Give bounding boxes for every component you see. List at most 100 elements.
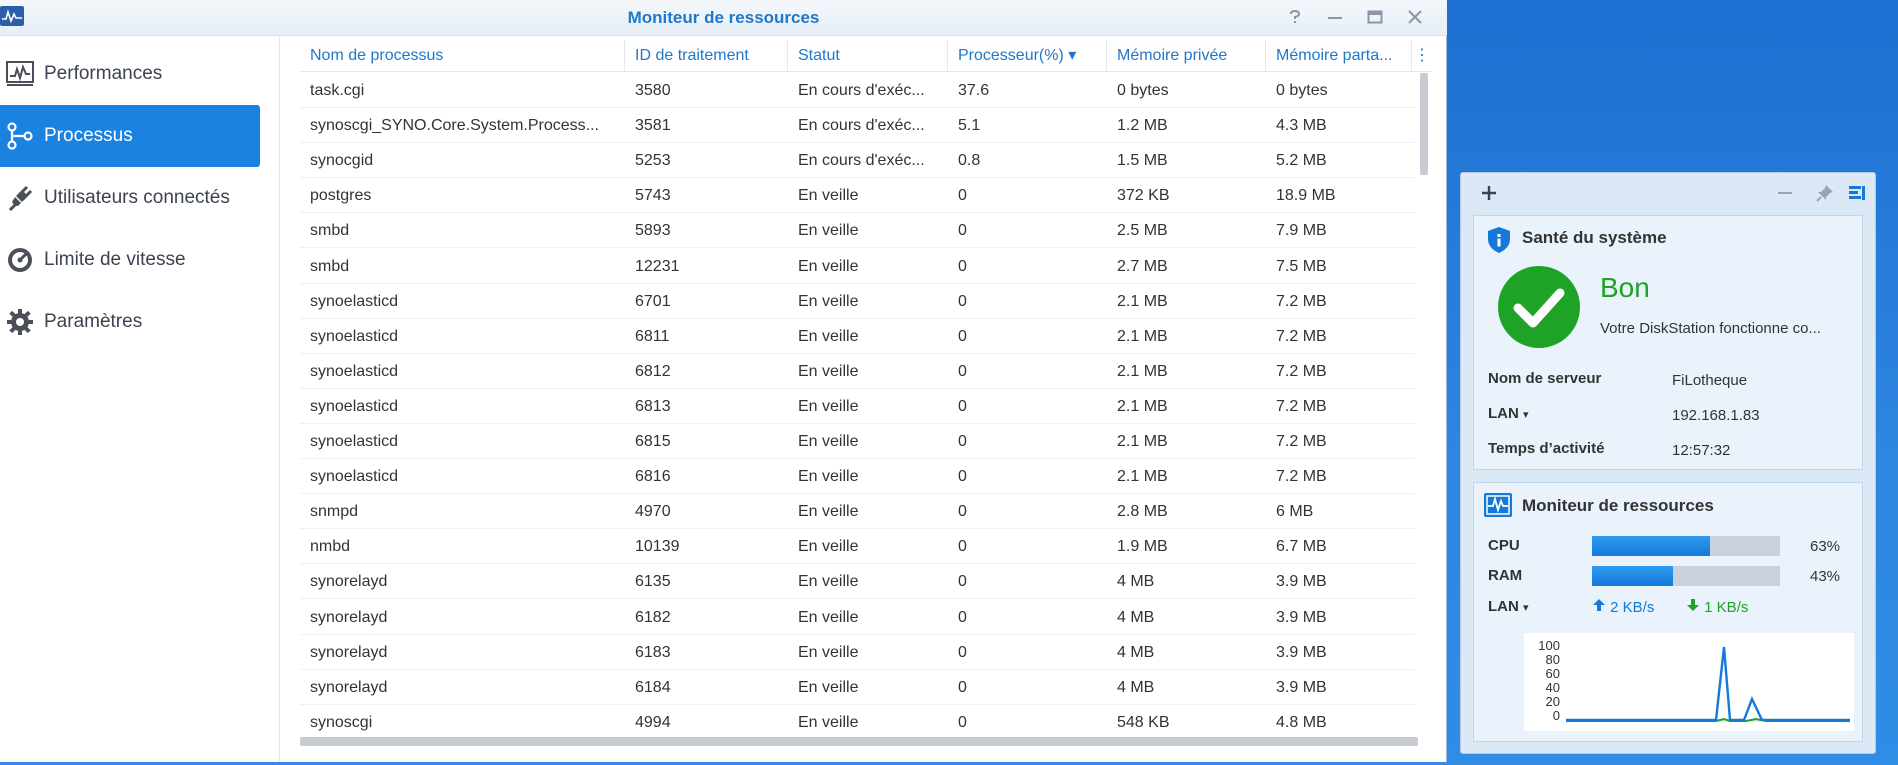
table-row[interactable]: snmpd 4970 En veille 0 2.8 MB 6 MB (300, 494, 1415, 530)
sidebar-item-limite-de-vitesse[interactable]: Limite de vitesse (0, 229, 260, 291)
sidebar-item-performances[interactable]: Performances (0, 43, 260, 105)
cell-process-name: synoscgi_SYNO.Core.System.Process... (310, 117, 599, 135)
lan-selector[interactable]: LAN ▾ (1488, 405, 1529, 422)
panel-toggle-icon (1849, 186, 1865, 200)
column-menu-icon[interactable]: ⋮ (1412, 40, 1432, 72)
sidebar-item-label: Limite de vitesse (44, 249, 186, 270)
table-row[interactable]: synorelayd 6183 En veille 0 4 MB 3.9 MB (300, 635, 1415, 670)
cpu-label: CPU (1488, 537, 1520, 554)
cell-status: En veille (798, 608, 859, 626)
cell-status: En veille (798, 643, 859, 661)
cell-private-memory: 548 KB (1117, 713, 1170, 731)
resource-monitor-card: Moniteur de ressources CPU 63% RAM 43% L… (1473, 482, 1863, 742)
cell-processor: 0 (958, 608, 967, 626)
help-button[interactable] (1283, 6, 1307, 28)
widget-layout-button[interactable] (1845, 181, 1869, 205)
column-header-process-id[interactable]: ID de traitement (625, 40, 788, 72)
sidebar-item-parametres[interactable]: Paramètres (0, 291, 260, 353)
cell-private-memory: 2.1 MB (1117, 468, 1168, 486)
cell-status: En veille (798, 292, 859, 310)
cell-process-id: 4994 (635, 713, 671, 731)
cell-private-memory: 372 KB (1117, 187, 1170, 205)
cell-private-memory: 4 MB (1117, 608, 1155, 626)
table-row[interactable]: synorelayd 6182 En veille 0 4 MB 3.9 MB (300, 600, 1415, 635)
sidebar-item-label: Performances (44, 63, 163, 84)
table-row[interactable]: synoelasticd 6701 En veille 0 2.1 MB 7.2 MB (300, 284, 1415, 319)
minimize-button[interactable] (1323, 6, 1347, 28)
uptime-label: Temps d’activité (1488, 440, 1605, 457)
add-widget-button[interactable] (1477, 181, 1501, 205)
sidebar-item-utilisateurs-connectes[interactable]: Utilisateurs connectés (0, 167, 260, 229)
table-row[interactable]: synoscgi_SYNO.Core.System.Process... 3581… (300, 108, 1415, 144)
pin-widget-button[interactable] (1813, 181, 1837, 205)
column-header-private-memory[interactable]: Mémoire privée (1107, 40, 1266, 72)
cell-private-memory: 4 MB (1117, 643, 1155, 661)
cell-process-id: 3581 (635, 117, 671, 135)
plug-icon (4, 182, 36, 214)
column-header-process-name[interactable]: Nom de processus (300, 40, 625, 72)
server-name-label: Nom de serveur (1488, 370, 1602, 387)
cell-process-id: 5253 (635, 152, 671, 170)
cell-private-memory: 2.5 MB (1117, 222, 1168, 240)
cell-shared-memory: 7.2 MB (1276, 292, 1327, 310)
uptime-value: 12:57:32 (1672, 442, 1731, 459)
cell-process-name: synoscgi (310, 713, 373, 731)
sidebar-item-processus[interactable]: Processus (0, 105, 260, 167)
lan-traffic-selector[interactable]: LAN ▾ (1488, 598, 1529, 615)
download-arrow-icon (1687, 599, 1699, 611)
table-row[interactable]: synoelasticd 6815 En veille 0 2.1 MB 7.2 MB (300, 424, 1415, 459)
system-health-card: Santé du système Bon Votre DiskStation f… (1473, 215, 1863, 470)
minimize-widget-button[interactable] (1773, 181, 1797, 205)
table-row[interactable]: nmbd 10139 En veille 0 1.9 MB 6.7 MB (300, 529, 1415, 565)
cell-shared-memory: 6.7 MB (1276, 538, 1327, 556)
cell-process-name: smbd (310, 222, 350, 240)
monitor-card-title: Moniteur de ressources (1522, 496, 1714, 515)
table-row[interactable]: smbd 5893 En veille 0 2.5 MB 7.9 MB (300, 213, 1415, 249)
y-tick-label: 80 (1545, 652, 1560, 667)
table-row[interactable]: synoelasticd 6813 En veille 0 2.1 MB 7.2 MB (300, 389, 1415, 424)
sidebar: Performances Processus Utilisateurs conn… (0, 36, 280, 762)
cell-shared-memory: 0 bytes (1276, 82, 1328, 99)
gear-icon (4, 306, 36, 338)
cell-status: En veille (798, 678, 859, 696)
vertical-scrollbar[interactable] (1420, 73, 1428, 175)
cell-shared-memory: 7.2 MB (1276, 327, 1327, 345)
cell-process-id: 5743 (635, 187, 671, 205)
maximize-button[interactable] (1363, 6, 1387, 28)
y-tick-label: 60 (1545, 666, 1560, 681)
table-row[interactable]: postgres 5743 En veille 0 372 KB 18.9 MB (300, 178, 1415, 214)
cell-processor: 0 (958, 503, 967, 521)
table-row[interactable]: synoelasticd 6816 En veille 0 2.1 MB 7.2 MB (300, 459, 1415, 495)
cell-shared-memory: 4.3 MB (1276, 117, 1327, 135)
table-row[interactable]: task.cgi 3580 En cours d'exéc... 37.6 0 byte… (300, 73, 1415, 108)
table-row[interactable]: synoelasticd 6811 En veille 0 2.1 MB 7.2 MB (300, 319, 1415, 354)
help-icon (1290, 10, 1301, 23)
table-row[interactable]: synorelayd 6135 En veille 0 4 MB 3.9 MB (300, 564, 1415, 600)
table-row[interactable]: synoscgi 4994 En veille 0 548 KB 4.8 MB (300, 705, 1415, 740)
cell-process-name: nmbd (310, 538, 351, 556)
cell-process-id: 6135 (635, 573, 671, 591)
cell-status: En cours d'exéc... (798, 82, 925, 99)
table-row[interactable]: synoelasticd 6812 En veille 0 2.1 MB 7.2 MB (300, 354, 1415, 389)
column-header-status[interactable]: Statut (788, 40, 948, 72)
table-row[interactable]: smbd 12231 En veille 0 2.7 MB 7.5 MB (300, 249, 1415, 284)
health-ok-checkmark-icon (1498, 266, 1580, 348)
table-row[interactable]: synorelayd 6184 En veille 0 4 MB 3.9 MB (300, 670, 1415, 705)
cell-process-id: 12231 (635, 257, 680, 275)
cell-processor: 0 (958, 397, 967, 415)
cpu-value: 63% (1810, 538, 1841, 555)
title-bar[interactable]: Moniteur de ressources (0, 0, 1447, 36)
close-button[interactable] (1403, 6, 1427, 28)
table-row[interactable]: synocgid 5253 En cours d'exéc... 0.8 1.5 MB 5… (300, 143, 1415, 179)
horizontal-scrollbar[interactable] (300, 737, 1418, 746)
cell-status: En veille (798, 573, 859, 591)
process-table: Nom de processus ID de traitement Statut… (300, 40, 1432, 746)
cpu-usage-fill (1592, 536, 1711, 556)
cell-processor: 0 (958, 643, 967, 661)
network-traffic-chart: 100 80 60 40 20 0 (1524, 633, 1854, 731)
cell-processor: 0 (958, 573, 967, 591)
chevron-down-icon: ▾ (1523, 409, 1529, 421)
cell-processor: 0 (958, 713, 967, 731)
column-header-processor[interactable]: Processeur(%) ▾ (948, 40, 1107, 72)
column-header-shared-memory[interactable]: Mémoire parta... (1266, 40, 1412, 72)
